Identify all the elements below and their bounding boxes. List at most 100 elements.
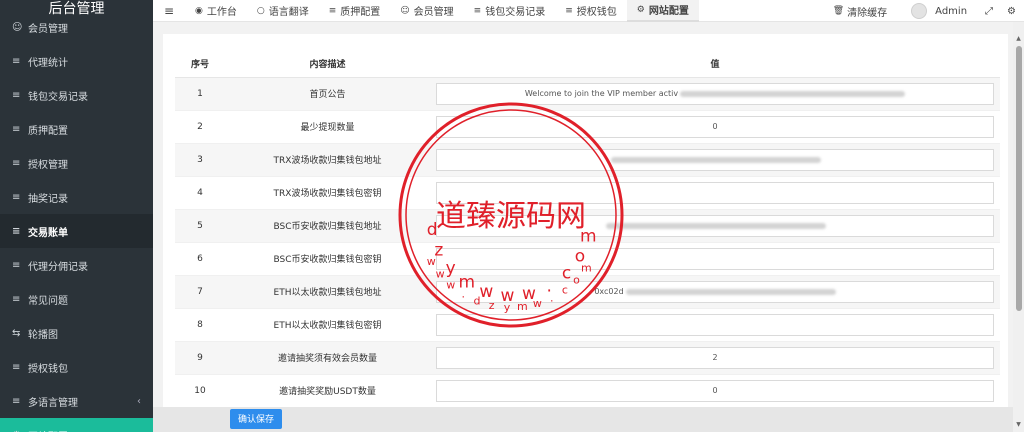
fullscreen-icon[interactable]: ⤢ <box>975 6 1003 17</box>
row-index: 1 <box>175 77 225 111</box>
clear-cache-button[interactable]: 🗑 清除缓存 <box>825 4 895 19</box>
sidebar-menu: ☺ 会员管理 ≡ 代理统计 ≡ 钱包交易记录 ≡ 质押配置 ≡ 授权管理 ≡ 抽奖记录 ≡ 交易账单 ≡ 代理… <box>0 10 153 432</box>
user-icon: ☺ <box>400 5 410 16</box>
sidebar-item[interactable]: ⚙网站配置 <box>0 418 153 432</box>
sidebar-item[interactable]: ≡ 质押配置 <box>0 112 153 146</box>
row-description: 首页公告 <box>225 77 430 111</box>
row-description: 邀请抽奖须有效会员数量 <box>225 341 430 375</box>
main-content: 序号 内容描述 值 1 首页公告 Welcome to join the VIP m… <box>153 22 1013 432</box>
value-input[interactable]: Welcome to join the VIP member activ <box>436 82 994 105</box>
scrollbar[interactable]: ▲ ▼ <box>1013 22 1024 432</box>
value-input[interactable] <box>436 247 994 270</box>
header-index: 序号 <box>175 50 225 78</box>
list-icon: ≡ <box>12 191 21 203</box>
list-icon: ≡ <box>12 123 21 135</box>
row-index: 7 <box>175 275 225 309</box>
list-icon: ≡ <box>473 5 482 16</box>
value-input[interactable] <box>436 148 994 171</box>
tab-item[interactable]: ≡ 质押配置 <box>319 0 391 22</box>
table-row: 8 ETH以太收款归集钱包密钥 <box>175 308 1000 342</box>
sidebar-item[interactable]: ≡ 授权钱包 <box>0 350 153 384</box>
user-menu[interactable]: Admin <box>895 3 975 19</box>
tab-label: 语言翻译 <box>268 7 309 18</box>
row-value-cell: 0 <box>430 374 1000 408</box>
row-index: 10 <box>175 374 225 408</box>
tab-item[interactable]: ☺ 会员管理 <box>390 0 463 22</box>
row-description: TRX波场收款归集钱包地址 <box>225 143 430 177</box>
row-description: BSC币安收款归集钱包地址 <box>225 209 430 243</box>
save-button[interactable]: 确认保存 <box>230 409 282 429</box>
sidebar-item[interactable]: ⇆ 轮播图 <box>0 316 153 350</box>
sidebar-item-label: 授权管理 <box>28 159 68 171</box>
list-icon: ≡ <box>328 5 337 16</box>
sidebar-item[interactable]: ≡ 抽奖记录 <box>0 180 153 214</box>
tab-label: 授权钱包 <box>576 7 617 18</box>
row-index: 5 <box>175 209 225 243</box>
list-icon: ≡ <box>12 55 21 67</box>
chevron-left-icon: ‹ <box>137 395 141 407</box>
sidebar-item-label: 质押配置 <box>28 125 68 137</box>
tab-label: 质押配置 <box>340 7 381 18</box>
value-input[interactable]: 0 <box>436 379 994 402</box>
value-input[interactable] <box>436 181 994 204</box>
value-input[interactable]: 0xc02d <box>436 280 994 303</box>
sidebar-item-label: 交易账单 <box>28 227 68 239</box>
scroll-down-arrow-icon[interactable]: ▼ <box>1013 420 1024 430</box>
tab-item[interactable]: ≡ 钱包交易记录 <box>464 0 556 22</box>
tab-label: 会员管理 <box>413 7 454 18</box>
sidebar-item-label: 抽奖记录 <box>28 193 68 205</box>
tab-item[interactable]: ○ 语言翻译 <box>247 0 319 22</box>
row-index: 8 <box>175 308 225 342</box>
sidebar-item[interactable]: ≡ 代理统计 <box>0 44 153 78</box>
row-description: 最少提现数量 <box>225 110 430 144</box>
sidebar-item[interactable]: ≡ 交易账单 <box>0 214 153 248</box>
value-input[interactable]: 0 <box>436 115 994 138</box>
brand-title: 后台管理 <box>0 0 153 22</box>
settings-gear-icon[interactable]: ⚙ <box>1003 6 1024 17</box>
header-value: 值 <box>430 50 1000 78</box>
sidebar-item[interactable]: ≡ 常见问题 <box>0 282 153 316</box>
tab-item[interactable]: ≡ 授权钱包 <box>555 0 627 22</box>
clear-cache-label: 清除缓存 <box>847 7 888 19</box>
value-input[interactable]: 2 <box>436 346 994 369</box>
refresh-icon: ⇆ <box>12 327 21 339</box>
top-navigation: ≡ ◉ 工作台 ○ 语言翻译 ≡ 质押配置 ☺ 会员管理 ≡ 钱包交易记录 ≡ 授权钱包 ⚙ 网站配置 🗑… <box>153 0 1024 22</box>
row-value-cell <box>430 143 1000 177</box>
sidebar-item[interactable]: ≡ 钱包交易记录 <box>0 78 153 112</box>
tab-bar: ◉ 工作台 ○ 语言翻译 ≡ 质押配置 ☺ 会员管理 ≡ 钱包交易记录 ≡ 授权钱包 ⚙ 网站配置 <box>185 0 699 22</box>
list-icon: ≡ <box>565 5 573 16</box>
config-panel: 序号 内容描述 值 1 首页公告 Welcome to join the VIP m… <box>163 34 1008 432</box>
redacted-value <box>625 288 836 295</box>
list-icon: ≡ <box>12 89 21 101</box>
scrollbar-thumb[interactable] <box>1016 46 1022 311</box>
list-icon: ≡ <box>12 157 21 169</box>
value-input[interactable] <box>436 214 994 237</box>
row-value-cell <box>430 209 1000 243</box>
value-input[interactable] <box>436 313 994 336</box>
table-row: 2 最少提现数量 0 <box>175 110 1000 144</box>
menu-toggle-icon[interactable]: ≡ <box>153 4 185 18</box>
tab-item[interactable]: ◉ 工作台 <box>185 0 247 22</box>
sidebar-item[interactable]: ≡ 授权管理 <box>0 146 153 180</box>
sidebar-item-label: 网站配置 <box>28 428 68 432</box>
dashboard-icon: ◉ <box>195 5 203 16</box>
row-index: 4 <box>175 176 225 210</box>
trash-icon: 🗑 <box>832 6 845 16</box>
sidebar-item[interactable]: ≡ 代理分佣记录 <box>0 248 153 282</box>
row-index: 6 <box>175 242 225 276</box>
tab-label: 网站配置 <box>648 6 689 17</box>
tab-item[interactable]: ⚙ 网站配置 <box>626 0 699 22</box>
sidebar-item[interactable]: ≡ 多语言管理 ‹ <box>0 384 153 418</box>
row-value-cell: 2 <box>430 341 1000 375</box>
redacted-value <box>606 222 826 229</box>
table-row: 1 首页公告 Welcome to join the VIP member acti… <box>175 77 1000 111</box>
value-text: 0xc02d <box>594 287 624 296</box>
sidebar-item-label: 常见问题 <box>28 295 68 307</box>
scroll-up-arrow-icon[interactable]: ▲ <box>1013 34 1024 44</box>
row-description: 邀请抽奖奖励USDT数量 <box>225 374 430 408</box>
table-row: 9 邀请抽奖须有效会员数量 2 <box>175 341 1000 375</box>
row-value-cell: 0 <box>430 110 1000 144</box>
table-row: 7 ETH以太收款归集钱包地址 0xc02d <box>175 275 1000 309</box>
gear-icon: ⚙ <box>636 4 645 15</box>
row-value-cell <box>430 242 1000 276</box>
